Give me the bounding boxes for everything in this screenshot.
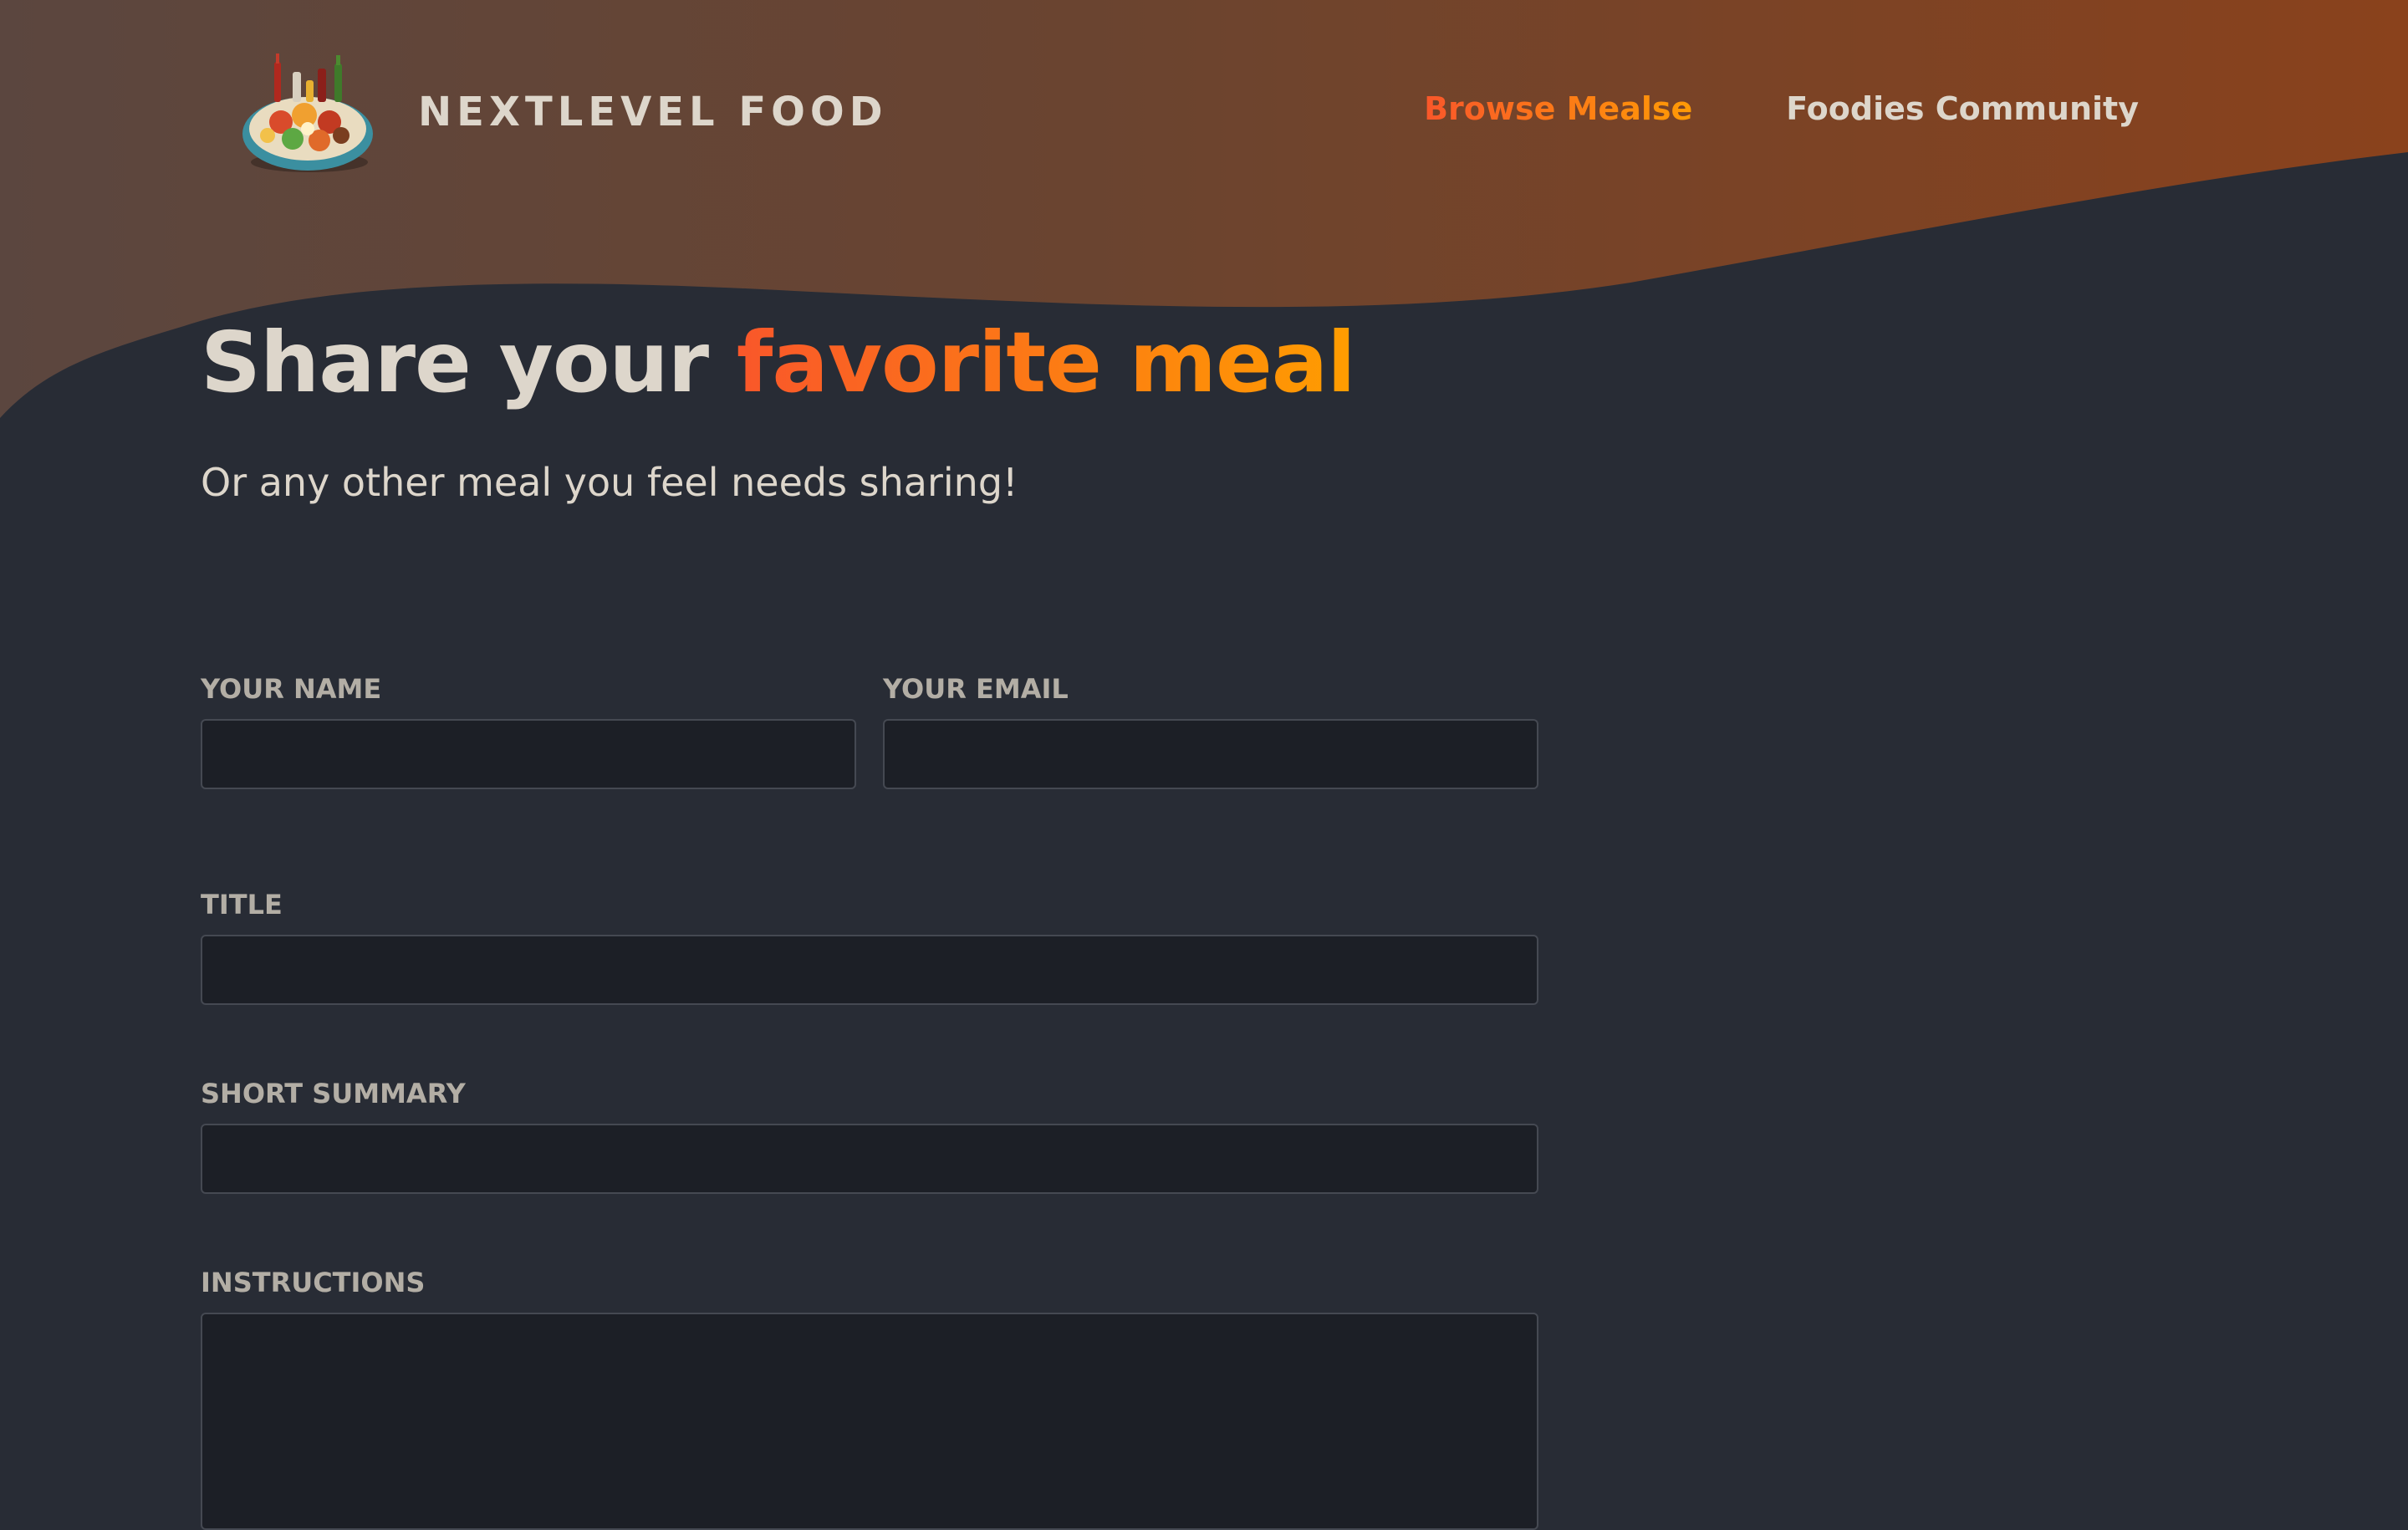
email-label: Your email	[883, 673, 1069, 705]
name-email-row: Your name Your email	[201, 672, 1538, 789]
instructions-label: Instructions	[201, 1267, 426, 1298]
page-title: Share your favorite meal	[201, 309, 1356, 416]
title-input[interactable]	[201, 935, 1538, 1005]
email-field-group: Your email	[883, 672, 1538, 789]
name-field-group: Your name	[201, 672, 856, 789]
food-plate-logo-icon	[242, 54, 373, 172]
page-title-plain: Share your	[201, 314, 737, 411]
nav-link-foodies-community[interactable]: Foodies Community	[1786, 90, 2139, 127]
page-subtitle: Or any other meal you feel needs sharing…	[201, 460, 1018, 505]
brand-name: NextLevel Food	[418, 89, 888, 135]
instructions-textarea[interactable]	[201, 1313, 1538, 1530]
title-label: Title	[201, 889, 283, 921]
name-input[interactable]	[201, 719, 856, 789]
summary-field-group: Short Summary	[201, 1077, 1538, 1194]
logo-link[interactable]: NextLevel Food	[237, 47, 888, 177]
page-intro: Share your favorite meal Or any other me…	[201, 309, 1356, 505]
main-header: NextLevel Food Browse Mealse Foodies Com…	[0, 0, 2408, 226]
email-input[interactable]	[883, 719, 1538, 789]
name-label: Your name	[201, 673, 382, 705]
main-nav: Browse Mealse Foodies Community	[1424, 90, 2139, 127]
instructions-field-group: Instructions	[201, 1266, 1538, 1530]
nav-link-browse-meals[interactable]: Browse Mealse	[1424, 90, 1692, 127]
page-title-highlight: favorite meal	[736, 314, 1356, 411]
summary-label: Short Summary	[201, 1078, 466, 1109]
summary-input[interactable]	[201, 1124, 1538, 1194]
share-meal-form: Your name Your email Title Short Summary…	[201, 672, 1538, 1530]
title-field-group: Title	[201, 888, 1538, 1005]
